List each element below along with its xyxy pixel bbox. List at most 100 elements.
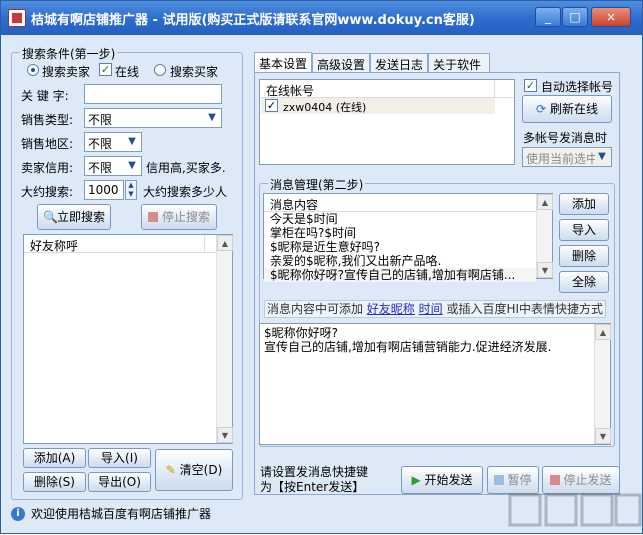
message-group-title: 消息管理(第二步) [268, 176, 366, 193]
sales-area-label: 销售地区: [21, 137, 74, 151]
start-send-button[interactable]: ▶ 开始发送 [401, 466, 483, 494]
stop-search-label: 停止搜索 [161, 210, 210, 224]
refresh-online-button[interactable]: ⟳ 刷新在线 [522, 95, 612, 123]
stop-send-label: 停止发送 [563, 473, 612, 487]
close-button[interactable]: × [591, 7, 631, 27]
friend-list[interactable]: 好友称呼 ▲ ▼ [23, 234, 233, 444]
scroll-up-icon[interactable]: ▲ [217, 235, 233, 251]
tab-basic-settings[interactable]: 基本设置 [254, 52, 312, 74]
message-hint-bar: 消息内容中可添加 好友昵称 时间 或插入百度HI中表情快捷方式 [264, 300, 606, 318]
multi-account-select[interactable]: 使用当前选中 ▼ [522, 147, 612, 167]
pause-button[interactable]: 暂停 [487, 466, 539, 494]
friend-add-button[interactable]: 添加(A) [23, 448, 86, 468]
stop-icon [550, 475, 561, 485]
refresh-online-label: 刷新在线 [549, 102, 598, 116]
message-item[interactable]: 今天是$时间 [264, 212, 536, 226]
message-import-button[interactable]: 导入 [559, 219, 609, 241]
message-editor[interactable]: $昵称你好呀? 宣传自己的店铺,增加有啊店铺营销能力.促进经济发展. ▲ ▼ [259, 323, 611, 445]
scroll-down-icon[interactable]: ▼ [217, 427, 233, 443]
sales-type-value: 不限 [88, 113, 113, 127]
hint-suffix: 或插入百度HI中表情快捷方式 [446, 302, 604, 316]
multi-account-value: 使用当前选中 [526, 152, 599, 166]
broom-icon: ✎ [165, 463, 176, 477]
sales-area-select[interactable]: 不限 ▼ [84, 132, 142, 152]
seller-credit-value: 不限 [88, 161, 113, 175]
watermark-logo [508, 493, 642, 527]
tab-advanced-settings[interactable]: 高级设置 [312, 53, 370, 73]
auto-select-label: 自动选择帐号 [541, 80, 614, 94]
account-name: zxw0404 (在线) [283, 101, 367, 114]
message-list[interactable]: 消息内容 今天是$时间 掌柜在吗?$时间 $昵称是近生意好吗? 亲爱的$昵称,我… [263, 193, 553, 282]
seller-credit-select[interactable]: 不限 ▼ [84, 156, 142, 176]
keyword-label: 关 键 字: [21, 89, 69, 103]
sales-type-select[interactable]: 不限 ▼ [84, 108, 222, 128]
friend-clear-button[interactable]: ✎ 清空(D) [155, 449, 233, 491]
title-bar: 桔城有啊店铺推广器 - 试用版(购买正式版请联系官网www.dokuy.cn客服… [1, 1, 642, 35]
online-checkbox-label: 在线 [115, 65, 140, 79]
message-list-header: 消息内容 [264, 194, 536, 212]
refresh-icon: ⟳ [536, 102, 547, 116]
scroll-up-icon[interactable]: ▲ [595, 324, 611, 340]
account-row[interactable]: ✓ zxw0404 (在线) [261, 98, 495, 114]
keyword-input[interactable] [84, 84, 222, 104]
radio-search-buyers[interactable] [154, 64, 166, 76]
scroll-down-icon[interactable]: ▼ [595, 428, 611, 444]
message-item[interactable]: $昵称你好呀?宣传自己的店铺,增加有啊店铺... [264, 268, 536, 282]
approx-search-hint: 大约搜索多少人 [143, 185, 228, 199]
window-title: 桔城有啊店铺推广器 - 试用版(购买正式版请联系官网www.dokuy.cn客服… [31, 13, 475, 28]
account-checkbox[interactable]: ✓ [265, 99, 278, 112]
column-divider [494, 80, 495, 98]
message-list-scrollbar[interactable]: ▲ ▼ [536, 194, 553, 278]
friend-clear-label: 清空(D) [179, 463, 223, 477]
message-item[interactable]: 掌柜在吗?$时间 [264, 226, 536, 240]
friend-export-button[interactable]: 导出(O) [88, 472, 151, 492]
message-delete-button[interactable]: 删除 [559, 245, 609, 267]
search-group-title: 搜索条件(第一步) [20, 45, 118, 62]
message-select-all-button[interactable]: 全除 [559, 271, 609, 293]
auto-select-checkbox[interactable]: ✓ [524, 79, 537, 92]
friend-list-scrollbar[interactable]: ▲ ▼ [216, 235, 233, 443]
maximize-button[interactable]: □ [562, 7, 588, 27]
message-item[interactable]: 亲爱的$昵称,我们又出新产品咯. [264, 254, 536, 268]
status-text: 欢迎使用桔城百度有啊店铺推广器 [31, 507, 212, 521]
radio-search-sellers[interactable] [27, 64, 39, 76]
hint-prefix: 消息内容中可添加 [266, 302, 363, 316]
account-list-header: 在线帐号 [260, 80, 514, 98]
friend-list-header: 好友称呼 [24, 235, 216, 253]
friend-delete-button[interactable]: 删除(S) [23, 472, 86, 492]
online-checkbox[interactable]: ✓ [99, 63, 112, 76]
shortcut-hint-line2: 为【按Enter发送】 [260, 480, 365, 494]
search-icon: 🔍 [42, 210, 58, 224]
chevron-down-icon: ▼ [128, 136, 136, 147]
stop-search-button[interactable]: 停止搜索 [141, 204, 217, 230]
stop-icon [147, 212, 158, 222]
scroll-up-icon[interactable]: ▲ [537, 194, 553, 210]
pause-label: 暂停 [507, 473, 532, 487]
message-editor-scrollbar[interactable]: ▲ ▼ [594, 324, 611, 444]
chevron-down-icon: ▼ [595, 150, 609, 164]
minimize-button[interactable]: _ [535, 7, 561, 27]
message-item[interactable]: $昵称是近生意好吗? [264, 240, 536, 254]
tab-send-log[interactable]: 发送日志 [370, 53, 428, 73]
insert-time-link[interactable]: 时间 [419, 302, 443, 316]
message-add-button[interactable]: 添加 [559, 193, 609, 215]
editor-line: 宣传自己的店铺,增加有啊店铺营销能力.促进经济发展. [264, 340, 552, 354]
approx-spinner[interactable]: ▲ ▼ [125, 180, 137, 200]
tab-about[interactable]: 关于软件 [428, 53, 490, 73]
friend-import-button[interactable]: 导入(I) [88, 448, 151, 468]
seller-credit-label: 卖家信用: [21, 161, 74, 175]
radio-search-buyers-label: 搜索买家 [170, 65, 219, 79]
pause-icon [494, 475, 505, 485]
app-logo-icon [8, 9, 26, 27]
approx-search-label: 大约搜索: [21, 185, 74, 199]
start-send-label: 开始发送 [424, 473, 473, 487]
scroll-down-icon[interactable]: ▼ [537, 262, 553, 278]
approx-search-input[interactable]: 1000 [84, 180, 124, 200]
credit-hint: 信用高,买家多. [146, 161, 226, 175]
search-now-button[interactable]: 🔍立即搜索 [37, 204, 111, 230]
insert-nickname-link[interactable]: 好友昵称 [367, 302, 415, 316]
account-list[interactable]: 在线帐号 ✓ zxw0404 (在线) [259, 79, 515, 165]
chevron-down-icon: ▼ [208, 112, 216, 123]
stop-send-button[interactable]: 停止发送 [542, 466, 620, 494]
app-window: 桔城有啊店铺推广器 - 试用版(购买正式版请联系官网www.dokuy.cn客服… [0, 0, 643, 534]
